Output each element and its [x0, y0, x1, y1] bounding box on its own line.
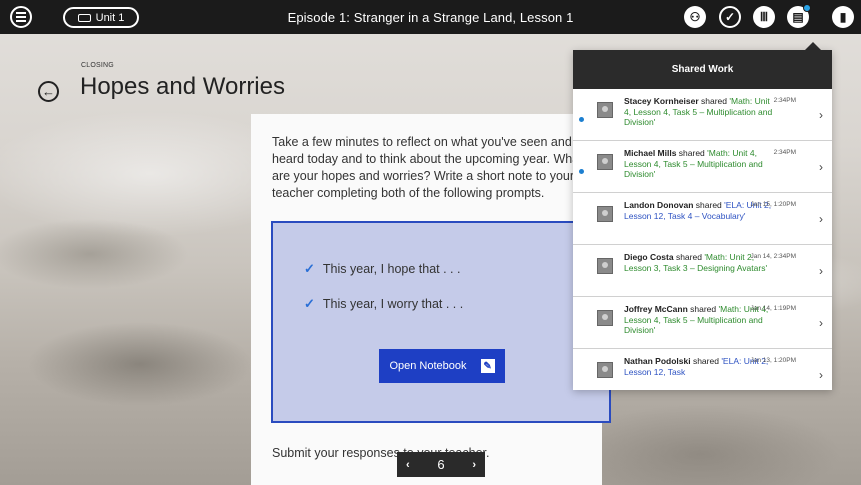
chevron-right-icon: › — [819, 108, 823, 122]
open-notebook-button[interactable]: Open Notebook ✎ — [379, 349, 505, 383]
activity-card: Take a few minutes to reflect on what yo… — [251, 114, 611, 485]
shared-work-item[interactable]: Nathan Podolski shared 'ELA: Unit 2, Les… — [573, 349, 832, 390]
sharer-name: Joffrey McCann — [624, 304, 688, 314]
prompt-text: This year, I hope that . . . — [322, 262, 461, 276]
prompt-item: ✓ This year, I hope that . . . — [304, 261, 460, 277]
page-number: 6 — [437, 457, 445, 472]
checkmark-icon[interactable]: ✓ — [719, 6, 741, 28]
library-icon[interactable]: Ⅲ — [753, 6, 775, 28]
top-bar: Unit 1 Episode 1: Stranger in a Strange … — [0, 0, 861, 34]
notebook-edit-icon: ✎ — [480, 359, 495, 373]
sharer-name: Nathan Podolski — [624, 356, 691, 366]
clipboard-icon[interactable]: ▮ — [832, 6, 854, 28]
prompt-box: ✓ This year, I hope that . . . ✓ This ye… — [271, 221, 611, 423]
avatar — [597, 102, 613, 118]
chevron-right-icon: › — [819, 264, 823, 278]
page-navigator: ‹ 6 › — [397, 452, 485, 477]
share-timestamp: Jan 14, 1:19PM — [750, 305, 796, 312]
shared-work-item[interactable]: Michael Mills shared 'Math: Unit 4, Less… — [573, 141, 832, 193]
sharer-name: Diego Costa — [624, 252, 674, 262]
sharer-name: Stacey Kornheiser — [624, 96, 699, 106]
shared-work-item[interactable]: Stacey Kornheiser shared 'Math: Unit 4, … — [573, 89, 832, 141]
share-timestamp: Jan 13, 1:20PM — [750, 357, 796, 364]
share-timestamp: 2:34PM — [773, 149, 796, 156]
share-timestamp: Jan 14, 2:34PM — [750, 253, 796, 260]
shared-work-text: Michael Mills shared 'Math: Unit 4, Less… — [624, 148, 763, 179]
avatar — [597, 362, 613, 378]
page-title: Hopes and Worries — [80, 73, 285, 100]
notification-badge — [803, 4, 811, 12]
chevron-right-icon: › — [819, 368, 823, 382]
previous-page-icon[interactable]: ‹ — [406, 459, 410, 471]
intro-text: Take a few minutes to reflect on what yo… — [272, 135, 583, 200]
shared-work-panel: Shared Work Stacey Kornheiser shared 'Ma… — [573, 50, 832, 390]
checkmark-icon: ✓ — [304, 296, 315, 311]
panel-caret — [805, 42, 821, 50]
section-label: CLOSING — [81, 62, 114, 69]
next-page-icon[interactable]: › — [472, 459, 476, 471]
checkmark-icon: ✓ — [304, 261, 315, 276]
chevron-right-icon: › — [819, 316, 823, 330]
prompt-text: This year, I worry that . . . — [322, 297, 464, 311]
sharer-name: Landon Donovan — [624, 200, 694, 210]
shared-work-text: Stacey Kornheiser shared 'Math: Unit 4, … — [624, 96, 773, 127]
unread-indicator — [579, 169, 584, 174]
avatar — [597, 258, 613, 274]
shared-work-item[interactable]: Joffrey McCann shared 'Math: Unit 4, Les… — [573, 297, 832, 349]
people-icon[interactable]: ⚇ — [684, 6, 706, 28]
avatar — [597, 154, 613, 170]
share-timestamp: Jan 15, 1:20PM — [750, 201, 796, 208]
unread-indicator — [579, 117, 584, 122]
shared-work-icon[interactable]: ▤ — [787, 4, 811, 28]
avatar — [597, 310, 613, 326]
share-timestamp: 2:34PM — [773, 97, 796, 104]
shared-work-list: Stacey Kornheiser shared 'Math: Unit 4, … — [573, 89, 832, 390]
shared-work-item[interactable]: Landon Donovan shared 'ELA: Unit 2, Less… — [573, 193, 832, 245]
open-notebook-label: Open Notebook — [389, 360, 467, 372]
back-arrow-icon[interactable]: ← — [38, 81, 59, 102]
shared-work-title: Shared Work — [573, 50, 832, 89]
shared-work-item[interactable]: Diego Costa shared 'Math: Unit 2, Lesson… — [573, 245, 832, 297]
sharer-name: Michael Mills — [624, 148, 677, 158]
chevron-right-icon: › — [819, 160, 823, 174]
chevron-right-icon: › — [819, 212, 823, 226]
prompt-item: ✓ This year, I worry that . . . — [304, 296, 463, 312]
avatar — [597, 206, 613, 222]
